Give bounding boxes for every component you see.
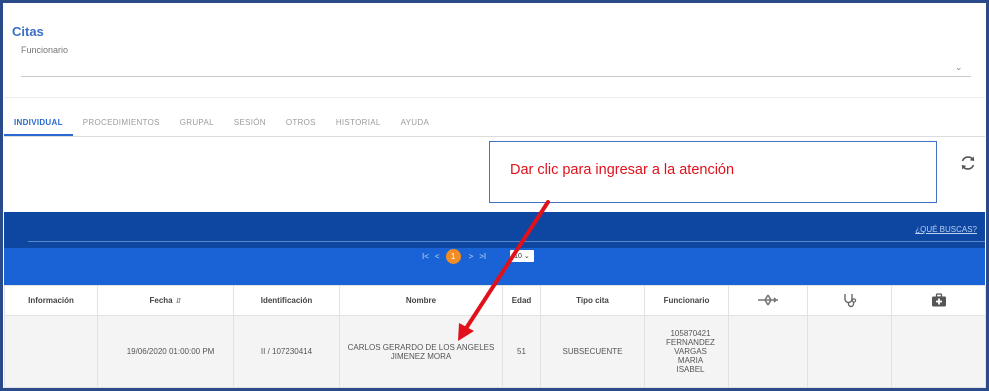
prev-page-button[interactable]: < [435,252,440,261]
col-nombre: Nombre [339,285,503,316]
chevron-down-icon[interactable]: ⌄ [955,62,963,73]
page-title: Citas [12,24,44,39]
col-edad: Edad [502,285,541,316]
last-page-button[interactable]: >I [479,252,486,261]
table-row[interactable]: 19/06/2020 01:00:00 PM II / 107230414 CA… [4,315,986,388]
cell-medical-kit-action[interactable] [891,315,986,388]
tab-individual[interactable]: INDIVIDUAL [4,110,73,136]
cell-identificacion: II / 107230414 [233,315,340,388]
tab-otros[interactable]: OTROS [276,110,326,136]
funcionario-line: 105870421 [670,329,711,338]
first-page-button[interactable]: I< [422,252,429,261]
col-informacion: Información [4,285,98,316]
tab-bar: INDIVIDUAL PROCEDIMIENTOS GRUPAL SESIÓN … [4,110,439,136]
cell-tipo-cita: SUBSECUENTE [540,315,645,388]
stethoscope-icon [843,293,856,307]
tab-historial[interactable]: HISTORIAL [326,110,391,136]
divider [4,97,985,98]
instruction-callout: Dar clic para ingresar a la atención [489,141,937,203]
funcionario-select[interactable] [21,76,971,77]
col-plane [728,285,808,316]
page-size-value: 10 [514,252,522,260]
tabs-divider [4,136,985,137]
appointments-table: Información Fecha ⇵ Identificación Nombre… [4,285,986,388]
col-medical-kit [891,285,986,316]
cell-plane-action[interactable] [728,315,808,388]
pagination: I< < 1 > >I 10 ⌄ [422,246,534,266]
col-tipo-cita: Tipo cita [540,285,645,316]
col-fecha-label: Fecha [149,296,173,305]
col-funcionario: Funcionario [644,285,729,316]
tab-grupal[interactable]: GRUPAL [170,110,224,136]
next-page-button[interactable]: > [469,252,474,261]
tab-procedimientos[interactable]: PROCEDIMIENTOS [73,110,170,136]
page-size-select[interactable]: 10 ⌄ [510,250,534,262]
funcionario-line: MARIA [677,356,704,365]
funcionario-line: VARGAS [674,347,707,356]
table-header-row: Información Fecha ⇵ Identificación Nombre… [4,285,986,316]
cell-fecha: 19/06/2020 01:00:00 PM [97,315,234,388]
sort-icon[interactable]: ⇵ [176,298,182,305]
cell-informacion [4,315,98,388]
search-link[interactable]: ¿QUÉ BUSCAS? [915,225,977,234]
cell-edad: 51 [502,315,541,388]
funcionario-line: ISABEL [676,365,705,374]
tab-ayuda[interactable]: AYUDA [391,110,439,136]
col-fecha[interactable]: Fecha ⇵ [97,285,234,316]
funcionario-label: Funcionario [21,45,69,55]
cell-nombre[interactable]: CARLOS GERARDO DE LOS ANGELES JIMENEZ MO… [339,315,503,388]
cell-funcionario: 105870421 FERNANDEZ VARGAS MARIA ISABEL [644,315,729,388]
col-identificacion: Identificación [233,285,340,316]
funcionario-line: FERNANDEZ [666,338,715,347]
refresh-icon[interactable] [958,153,978,173]
tab-sesion[interactable]: SESIÓN [224,110,276,136]
col-stethoscope [807,285,892,316]
plane-icon [758,294,778,305]
current-page-button[interactable]: 1 [445,248,461,264]
callout-text: Dar clic para ingresar a la atención [510,162,735,178]
medical-kit-icon [931,292,946,306]
banner-divider [28,241,985,242]
cell-stethoscope-action[interactable] [807,315,892,388]
